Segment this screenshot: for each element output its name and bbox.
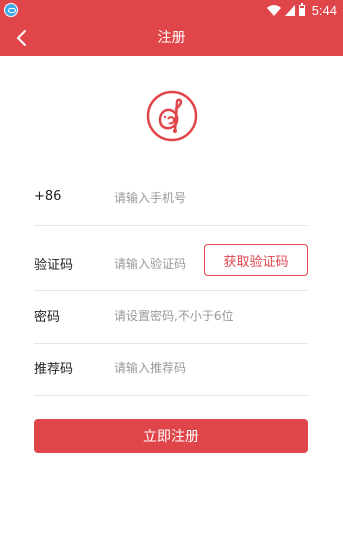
- signal-icon: [284, 4, 295, 16]
- get-code-button[interactable]: 获取验证码: [204, 244, 308, 276]
- code-input[interactable]: [114, 257, 198, 271]
- code-label: 验证码: [34, 258, 74, 273]
- status-time: 5:44: [311, 2, 337, 18]
- status-bar: 5:44: [0, 0, 343, 20]
- battery-icon: [298, 2, 305, 16]
- referrer-row: 推荐码: [34, 355, 308, 396]
- password-row: 密码: [34, 303, 308, 344]
- password-label: 密码: [34, 310, 61, 325]
- phone-row: +86: [34, 187, 308, 226]
- treble-clef-bird-logo: [146, 90, 198, 142]
- title-bar: 注册: [0, 20, 343, 56]
- status-indicators: 5:44: [266, 0, 337, 20]
- wifi-icon: [266, 4, 281, 16]
- referrer-label: 推荐码: [34, 362, 74, 377]
- phone-input[interactable]: [114, 191, 294, 205]
- password-input[interactable]: [114, 309, 294, 323]
- app-notification-icon: [4, 3, 18, 17]
- register-button[interactable]: 立即注册: [34, 419, 308, 453]
- referrer-input[interactable]: [114, 361, 294, 375]
- code-row: 验证码 获取验证码: [34, 244, 308, 291]
- phone-country-code: +86: [34, 189, 62, 204]
- page-title: 注册: [157, 30, 186, 46]
